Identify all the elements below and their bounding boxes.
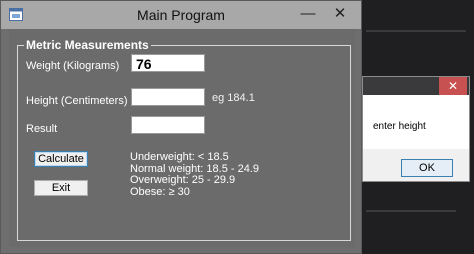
calculate-button[interactable]: Calculate <box>34 151 88 167</box>
bmi-category: Obese: ≥ 30 <box>130 185 190 198</box>
weight-label: Weight (Kilograms) <box>26 60 120 72</box>
message-box-title-bar[interactable]: ✕ <box>363 77 469 95</box>
result-label: Result <box>26 123 58 135</box>
exit-button[interactable]: Exit <box>34 180 88 196</box>
message-box: ✕ enter height OK <box>362 76 470 182</box>
weight-input[interactable]: 76 <box>131 54 205 72</box>
message-box-close-button[interactable]: ✕ <box>439 77 467 95</box>
result-output[interactable] <box>131 116 205 134</box>
group-label: Metric Measurements <box>24 38 151 52</box>
metric-measurements-group: Metric Measurements Weight (Kilograms) 7… <box>17 38 351 241</box>
minimize-button[interactable]: — <box>295 4 321 24</box>
height-input[interactable] <box>131 88 205 106</box>
bmi-category: Underweight: < 18.5 <box>130 151 229 163</box>
title-bar[interactable]: Main Program — ✕ <box>1 1 361 29</box>
client-area: Metric Measurements Weight (Kilograms) 7… <box>9 29 355 247</box>
main-program-window: Main Program — ✕ Metric Measurements Wei… <box>0 0 362 254</box>
close-button[interactable]: ✕ <box>327 4 353 24</box>
bmi-category-list: Underweight: < 18.5 Normal weight: 18.5 … <box>130 151 259 198</box>
height-label: Height (Centimeters) <box>26 95 128 107</box>
message-text: enter height <box>373 121 426 132</box>
background-decoration <box>366 210 456 212</box>
height-hint: eg 184.1 <box>212 92 255 104</box>
background-decoration <box>366 30 466 32</box>
ok-button[interactable]: OK <box>401 159 453 177</box>
